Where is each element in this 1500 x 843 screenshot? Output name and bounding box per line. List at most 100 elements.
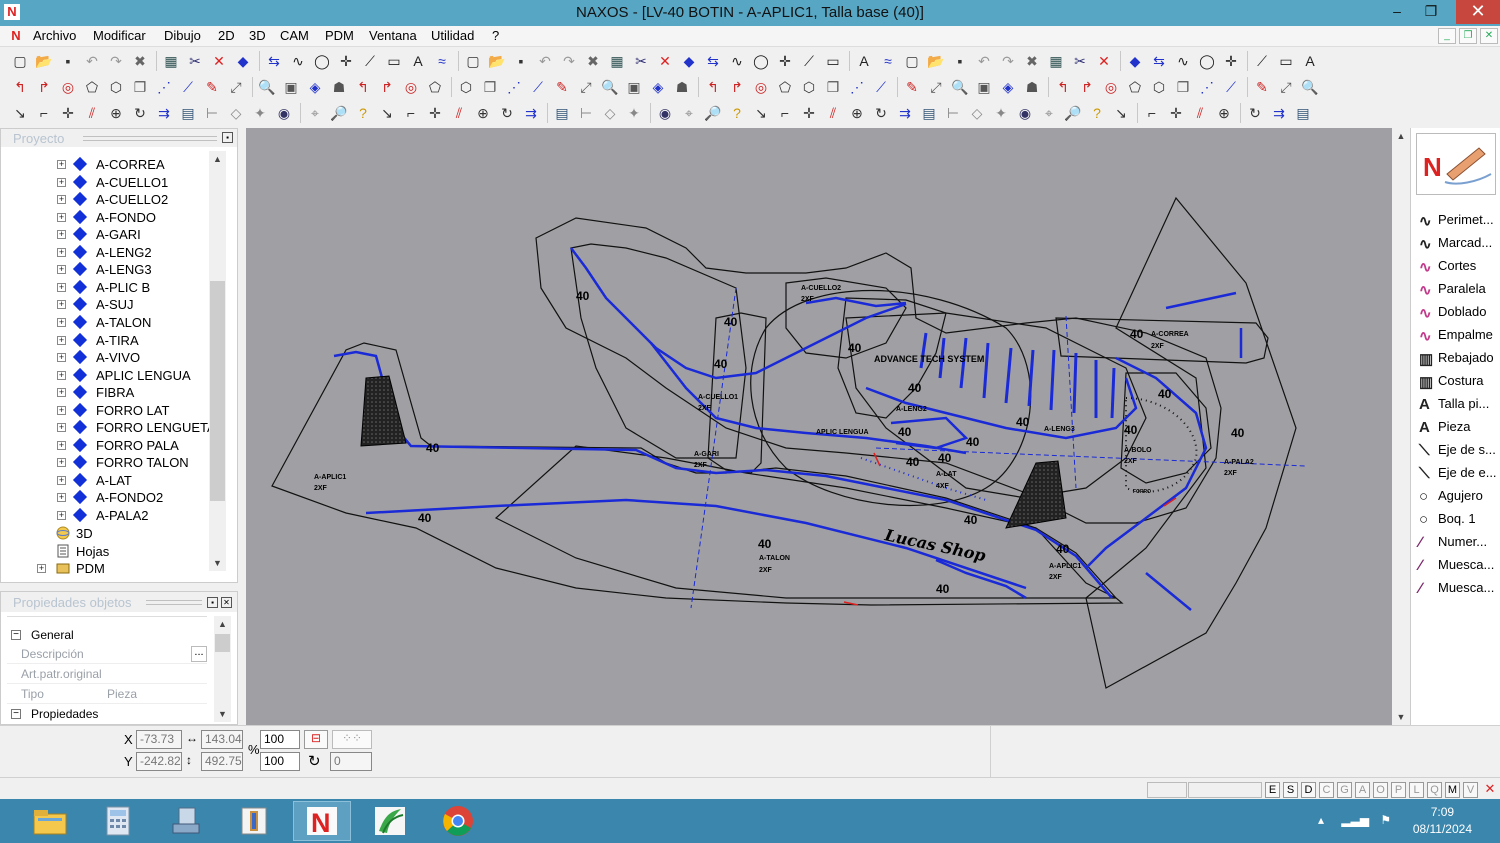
new-file-icon[interactable]: ▢ <box>463 51 483 71</box>
points-icon[interactable]: ⋰ <box>847 77 867 97</box>
rotate-icon[interactable]: ↻ <box>497 103 517 123</box>
tool-item[interactable]: ∿ Paralela <box>1417 277 1500 299</box>
height-input[interactable]: 492.75 <box>201 752 243 771</box>
corner-icon[interactable]: ⌐ <box>775 103 795 123</box>
tree-item[interactable]: + A-CUELLO2 <box>1 191 206 208</box>
rect-icon[interactable]: ▭ <box>823 51 843 71</box>
tool-item[interactable]: ⟍ Eje de s... <box>1417 438 1500 460</box>
size-label[interactable]: 40 <box>1130 327 1144 341</box>
remove-icon[interactable]: ✕ <box>209 51 229 71</box>
stitch-aplic1-left[interactable] <box>333 350 1113 599</box>
scroll-thumb[interactable] <box>210 281 225 501</box>
x-input[interactable]: -73.73 <box>136 730 182 749</box>
menu-dibujo[interactable]: Dibujo <box>164 28 201 43</box>
frame-icon[interactable]: ▣ <box>624 77 644 97</box>
mdi-restore-button[interactable]: ❐ <box>1459 28 1477 44</box>
snap-flag[interactable]: P <box>1391 782 1406 798</box>
snap-flag[interactable]: M <box>1445 782 1460 798</box>
rotate-icon[interactable]: ↻ <box>871 103 891 123</box>
points-icon[interactable]: ⋰ <box>504 77 524 97</box>
spline-icon[interactable]: ∿ <box>727 51 747 71</box>
expand-icon[interactable]: + <box>57 370 66 380</box>
menu-ventana[interactable]: Ventana <box>369 28 417 43</box>
move-icon[interactable]: ✛ <box>425 103 445 123</box>
prop-descripcion[interactable]: Descripción ... <box>7 644 207 664</box>
mirror-icon[interactable]: ⇉ <box>895 103 915 123</box>
label-lat[interactable]: A-LAT <box>936 471 957 478</box>
expand-icon[interactable]: + <box>57 423 66 433</box>
size-label[interactable]: 40 <box>908 381 922 395</box>
swap-icon[interactable]: ⇆ <box>703 51 723 71</box>
rect-icon[interactable]: ▭ <box>1276 51 1296 71</box>
tool-item[interactable]: A Talla pi... <box>1417 392 1500 414</box>
expand-icon[interactable]: + <box>57 353 66 363</box>
tool-item[interactable]: ∿ Marcad... <box>1417 231 1500 253</box>
label-leng3[interactable]: A-LENG3 <box>1044 426 1075 433</box>
delete-icon[interactable]: ✖ <box>130 51 150 71</box>
expand-icon[interactable]: + <box>57 195 66 205</box>
node-icon[interactable]: ◆ <box>679 51 699 71</box>
angle-input[interactable]: 0 <box>330 752 372 771</box>
network-icon[interactable]: ▂▃▅ <box>1341 813 1369 827</box>
spline-icon[interactable]: ∿ <box>288 51 308 71</box>
expand-icon[interactable]: + <box>57 177 66 187</box>
open-icon[interactable]: 📂 <box>926 51 946 71</box>
parallel-icon[interactable]: ⫽ <box>82 103 102 123</box>
tool-item[interactable]: ∕ Muesca... <box>1417 553 1500 575</box>
snap-flag[interactable]: V <box>1463 782 1478 798</box>
stamp-icon[interactable]: ☗ <box>672 77 692 97</box>
measure-icon[interactable]: ⊢ <box>202 103 222 123</box>
snap-flag[interactable]: G <box>1337 782 1352 798</box>
scroll-up-icon[interactable]: ▲ <box>209 151 226 167</box>
snap-flag[interactable]: O <box>1373 782 1388 798</box>
scroll-down-icon[interactable]: ▼ <box>214 706 231 722</box>
wave-icon[interactable]: ≈ <box>878 51 898 71</box>
table-icon[interactable]: ▤ <box>919 103 939 123</box>
star-icon[interactable]: ✦ <box>624 103 644 123</box>
delete-icon[interactable]: ✖ <box>1022 51 1042 71</box>
tool-item[interactable]: ∿ Cortes <box>1417 254 1500 276</box>
frame-icon[interactable]: ▣ <box>281 77 301 97</box>
new-file-icon[interactable]: ▢ <box>902 51 922 71</box>
arc-icon[interactable]: ↱ <box>727 77 747 97</box>
outline-lining[interactable] <box>845 312 1147 499</box>
tree-item[interactable]: + A-CORREA <box>1 156 206 173</box>
measure-icon[interactable]: ⊢ <box>576 103 596 123</box>
center-icon[interactable]: ⊕ <box>106 103 126 123</box>
y-input[interactable]: -242.82 <box>136 752 182 771</box>
collapse-icon[interactable]: − <box>11 709 21 719</box>
size-label[interactable]: 40 <box>1124 423 1138 437</box>
close-button[interactable]: ✕ <box>1456 0 1500 24</box>
mdi-close-button[interactable]: ✕ <box>1480 28 1498 44</box>
target-icon[interactable]: ◉ <box>655 103 675 123</box>
tool-item[interactable]: ∿ Perimet... <box>1417 208 1500 230</box>
snap-flag[interactable]: E <box>1265 782 1280 798</box>
move-icon[interactable]: ✛ <box>58 103 78 123</box>
mirror-icon[interactable]: ⇉ <box>1269 103 1289 123</box>
width-input[interactable]: 143.04 <box>201 730 243 749</box>
tree-node-hojas[interactable]: Hojas <box>1 543 206 560</box>
crosshair-icon[interactable]: ⌖ <box>679 103 699 123</box>
expand-icon[interactable]: + <box>57 511 66 520</box>
naxos-taskbar-icon[interactable]: N <box>293 801 351 841</box>
pattern-drawing[interactable]: 40 40 40 40 40 40 40 40 40 40 40 40 40 40 40 40 40 40 40 40… <box>246 128 1392 725</box>
spline-icon[interactable]: ∿ <box>1173 51 1193 71</box>
edit-icon[interactable]: ✎ <box>552 77 572 97</box>
properties-icon[interactable]: ▦ <box>1046 51 1066 71</box>
scroll-down-icon[interactable]: ▼ <box>209 555 226 571</box>
tree-scrollbar[interactable]: ▲ ▼ <box>209 151 226 571</box>
expand-icon[interactable]: + <box>57 458 66 468</box>
tree-item[interactable]: + A-PLIC B <box>1 279 206 296</box>
expand-icon[interactable]: + <box>57 160 66 169</box>
file-explorer-icon[interactable] <box>21 801 79 841</box>
network-app-icon[interactable] <box>157 801 215 841</box>
undo-icon[interactable]: ↶ <box>974 51 994 71</box>
label-script-logo[interactable]: Lucas Shop <box>882 525 987 565</box>
polygon-icon[interactable]: ⬠ <box>425 77 445 97</box>
help-icon[interactable]: ? <box>1087 103 1107 123</box>
size-label[interactable]: 40 <box>418 511 432 525</box>
label-bolo[interactable]: A-BOLO <box>1124 447 1152 454</box>
node-icon[interactable]: ◈ <box>648 77 668 97</box>
offset-icon[interactable]: ◎ <box>1101 77 1121 97</box>
target-icon[interactable]: ◉ <box>274 103 294 123</box>
